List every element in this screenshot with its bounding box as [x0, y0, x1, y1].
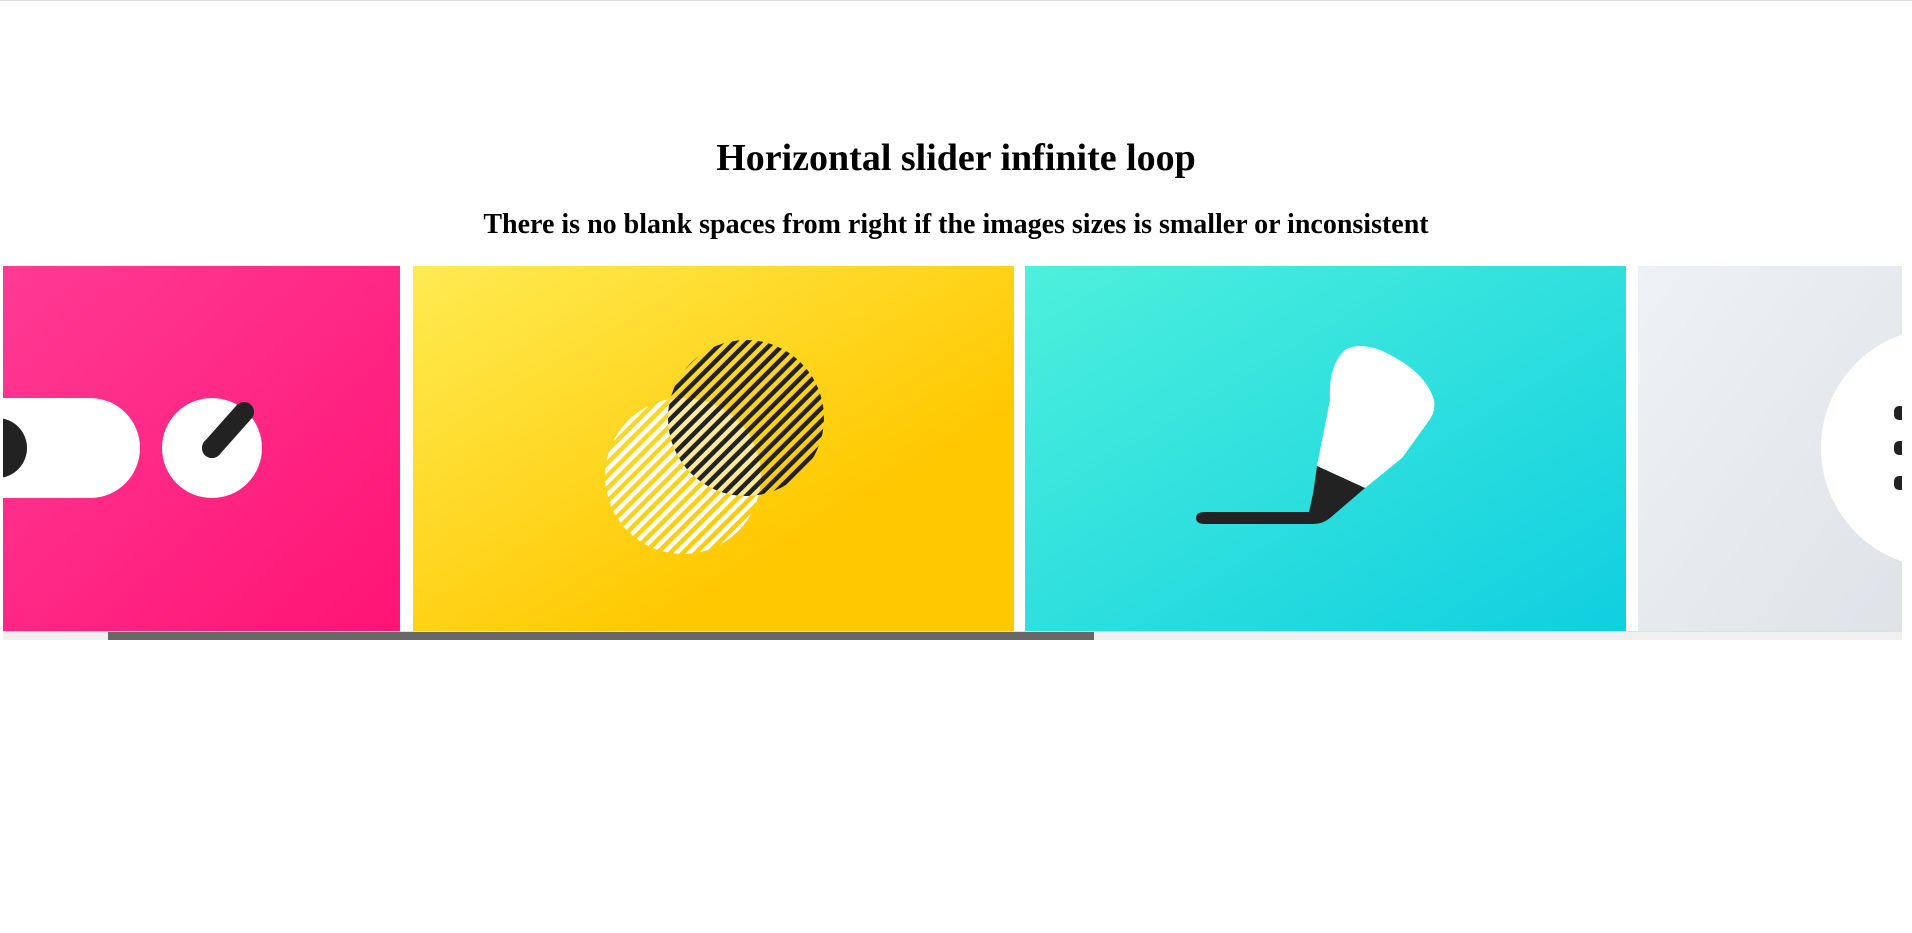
slide-pink[interactable] — [3, 266, 400, 631]
slide-yellow[interactable] — [413, 266, 1014, 631]
teal-slide-art — [1025, 266, 1626, 631]
slide-grey[interactable] — [1638, 266, 1902, 631]
horizontal-slider[interactable] — [3, 266, 1902, 641]
page-title: Horizontal slider infinite loop — [716, 137, 1196, 179]
slide-teal[interactable] — [1025, 266, 1626, 631]
knob-dial-icon — [162, 398, 262, 498]
grey-slide-art — [1638, 266, 1902, 631]
top-border — [0, 0, 1912, 1]
toggle-switch-icon — [3, 398, 140, 498]
horizontal-scrollbar-thumb[interactable] — [108, 632, 1094, 640]
page-subtitle: There is no blank spaces from right if t… — [483, 209, 1429, 240]
pink-slide-art — [3, 266, 400, 631]
yellow-slide-art — [413, 266, 1014, 631]
